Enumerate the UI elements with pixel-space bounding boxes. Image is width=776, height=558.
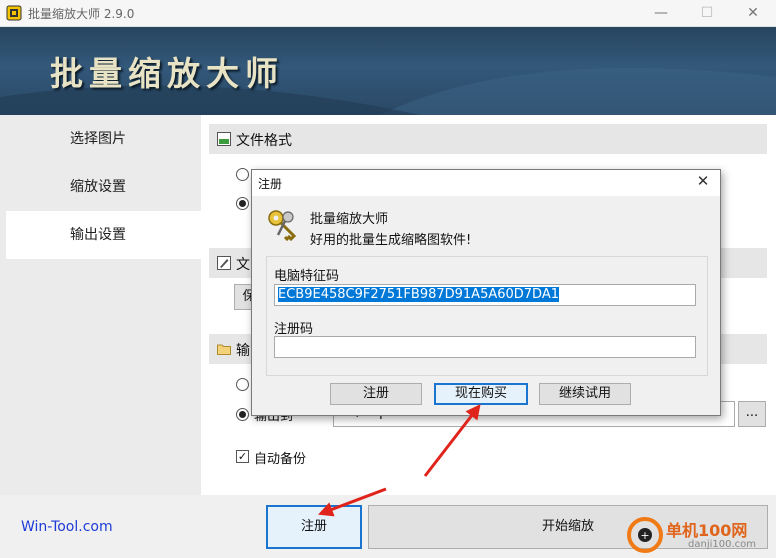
register-dialog: 注册 ✕ 批量缩放大师 好用的批量生成缩略图软件! 电脑特征码 ECB9E458… bbox=[251, 169, 721, 416]
format-icon bbox=[217, 132, 231, 146]
watermark-text: 单机100网 bbox=[666, 521, 748, 540]
reg-code-label: 注册码 bbox=[274, 322, 314, 337]
section-label: 文 bbox=[236, 257, 250, 273]
dialog-app-name: 批量缩放大师 bbox=[310, 212, 389, 227]
app-icon bbox=[6, 5, 22, 21]
banner: 批量缩放大师 bbox=[0, 27, 776, 115]
watermark: + 单机100网 danji100.com bbox=[626, 514, 776, 558]
folder-icon bbox=[217, 344, 231, 355]
watermark-logo-icon: + bbox=[627, 517, 663, 553]
machine-code-text: ECB9E458C9F2751FB987D91A5A60D7DA1 bbox=[278, 287, 560, 302]
dialog-register-button[interactable]: 注册 bbox=[330, 383, 422, 405]
maximize-button[interactable]: ☐ bbox=[684, 0, 730, 27]
buy-now-button[interactable]: 现在购买 bbox=[434, 383, 528, 405]
auto-backup-checkbox[interactable]: ✓ bbox=[236, 450, 249, 463]
website-link[interactable]: Win-Tool.com bbox=[21, 519, 113, 535]
dialog-close-button[interactable]: ✕ bbox=[688, 172, 718, 194]
close-button[interactable]: ✕ bbox=[730, 0, 776, 27]
keys-icon bbox=[268, 210, 297, 242]
svg-text:+: + bbox=[640, 529, 649, 542]
reg-code-field[interactable] bbox=[274, 336, 696, 358]
watermark-sub: danji100.com bbox=[688, 539, 756, 550]
machine-code-field[interactable]: ECB9E458C9F2751FB987D91A5A60D7DA1 bbox=[274, 284, 696, 306]
dialog-title-bar bbox=[252, 170, 720, 196]
sidebar-item-scale-settings[interactable]: 缩放设置 bbox=[6, 163, 201, 211]
edit-icon bbox=[217, 256, 231, 270]
machine-code-label: 电脑特征码 bbox=[274, 269, 340, 284]
dialog-tagline: 好用的批量生成缩略图软件! bbox=[310, 233, 472, 248]
banner-title: 批量缩放大师 bbox=[50, 54, 284, 93]
format-radio-1[interactable] bbox=[236, 168, 249, 181]
format-radio-2[interactable] bbox=[236, 197, 249, 210]
sidebar-item-output-settings[interactable]: 输出设置 bbox=[6, 211, 201, 259]
section-label: 输 bbox=[236, 343, 250, 359]
output-radio-2[interactable] bbox=[236, 408, 249, 421]
section-label: 文件格式 bbox=[236, 133, 292, 149]
minimize-button[interactable]: — bbox=[638, 0, 684, 27]
window-title: 批量缩放大师 2.9.0 bbox=[28, 7, 135, 21]
section-file-format: 文件格式 bbox=[209, 124, 767, 154]
output-radio-1[interactable] bbox=[236, 378, 249, 391]
auto-backup-label: 自动备份 bbox=[254, 452, 307, 467]
sidebar-item-select-images[interactable]: 选择图片 bbox=[6, 115, 201, 163]
register-button[interactable]: 注册 bbox=[266, 505, 362, 549]
browse-button[interactable]: ... bbox=[738, 401, 766, 427]
dialog-title: 注册 bbox=[258, 177, 283, 191]
continue-trial-button[interactable]: 继续试用 bbox=[539, 383, 631, 405]
